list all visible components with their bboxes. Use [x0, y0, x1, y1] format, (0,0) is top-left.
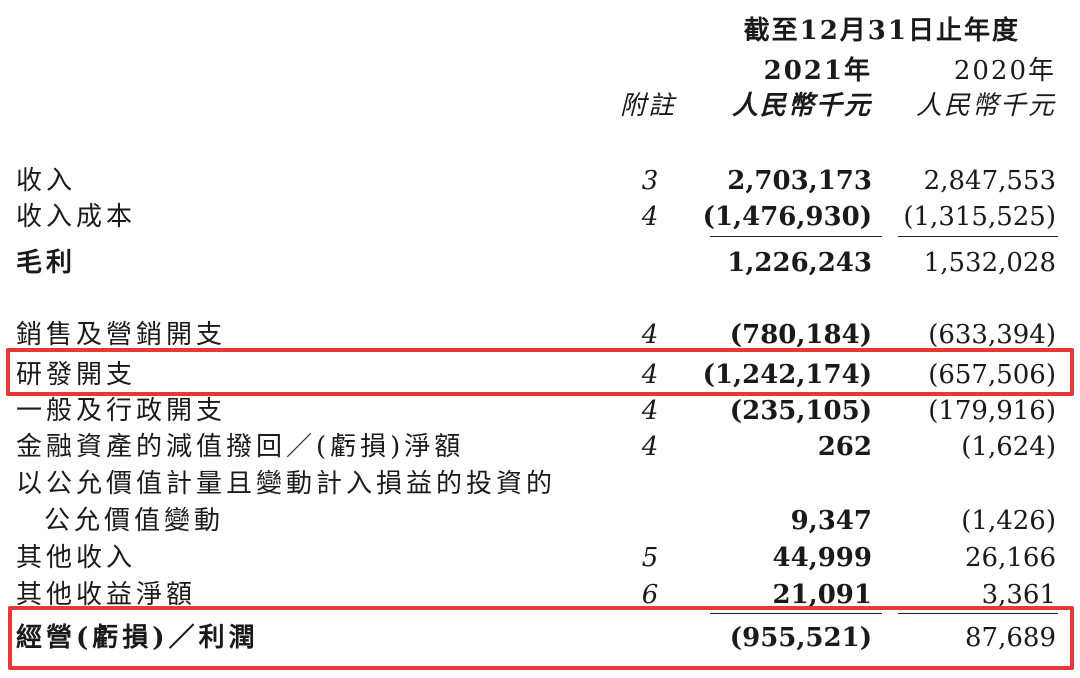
row-note: 3	[641, 166, 659, 196]
row-value-2021: 2,703,173	[727, 166, 872, 196]
row-label-cost-of-revenue: 收入成本	[16, 202, 137, 232]
row-label-admin-expenses: 一般及行政開支	[16, 396, 227, 426]
row-note: 4	[641, 320, 659, 350]
row-value-2020: (1,315,525)	[903, 202, 1056, 232]
row-value-2020: 26,166	[965, 543, 1056, 573]
row-note: 6	[641, 580, 659, 610]
highlight-box-rd-expenses	[6, 348, 1074, 396]
row-note: 4	[641, 202, 659, 232]
row-value-2020: (1,624)	[961, 432, 1056, 462]
row-value-2021: 9,347	[790, 506, 872, 536]
row-label-other-income: 其他收入	[16, 543, 137, 573]
row-value-2020: 1,532,028	[923, 248, 1056, 278]
currency-2020-header: 人民幣千元	[915, 91, 1056, 121]
row-note: 5	[641, 543, 659, 573]
year-2020-header: 2020年	[953, 56, 1056, 86]
currency-2021-header: 人民幣千元	[731, 91, 872, 121]
row-value-2021: 44,999	[772, 543, 872, 573]
highlight-box-operating-result	[8, 606, 1074, 670]
row-label-fair-value-line1: 以公允價值計量且變動計入損益的投資的	[16, 469, 557, 499]
row-value-2020: 2,847,553	[923, 166, 1056, 196]
row-value-2020: 3,361	[981, 580, 1056, 610]
period-header: 截至12月31日止年度	[743, 16, 1020, 46]
row-label-impairment: 金融資產的減值撥回／(虧損)淨額	[16, 432, 465, 462]
year-2021-header: 2021年	[763, 56, 872, 86]
row-label-selling-expenses: 銷售及營銷開支	[16, 320, 227, 350]
row-value-2020: (179,916)	[928, 396, 1056, 426]
row-label-gross-profit: 毛利	[16, 248, 77, 278]
row-label-revenue: 收入	[16, 166, 77, 196]
row-note: 4	[641, 396, 659, 426]
subtotal-rule-2020	[898, 236, 1058, 237]
row-value-2021: (780,184)	[729, 320, 872, 350]
row-value-2021: (235,105)	[729, 396, 872, 426]
row-value-2021: (1,476,930)	[702, 202, 872, 232]
note-header: 附註	[620, 91, 677, 121]
row-label-fair-value-line2: 公允價值變動	[44, 506, 225, 536]
subtotal-rule-2021	[710, 236, 882, 237]
row-value-2021: 21,091	[772, 580, 872, 610]
income-statement: 截至12月31日止年度 2021年 2020年 附註 人民幣千元 人民幣千元 收…	[0, 0, 1080, 678]
row-note: 4	[641, 432, 659, 462]
row-value-2020: (633,394)	[928, 320, 1056, 350]
row-value-2020: (1,426)	[961, 506, 1056, 536]
row-value-2021: 262	[817, 432, 872, 462]
row-value-2021: 1,226,243	[727, 248, 872, 278]
row-label-other-gains: 其他收益淨額	[16, 580, 197, 610]
